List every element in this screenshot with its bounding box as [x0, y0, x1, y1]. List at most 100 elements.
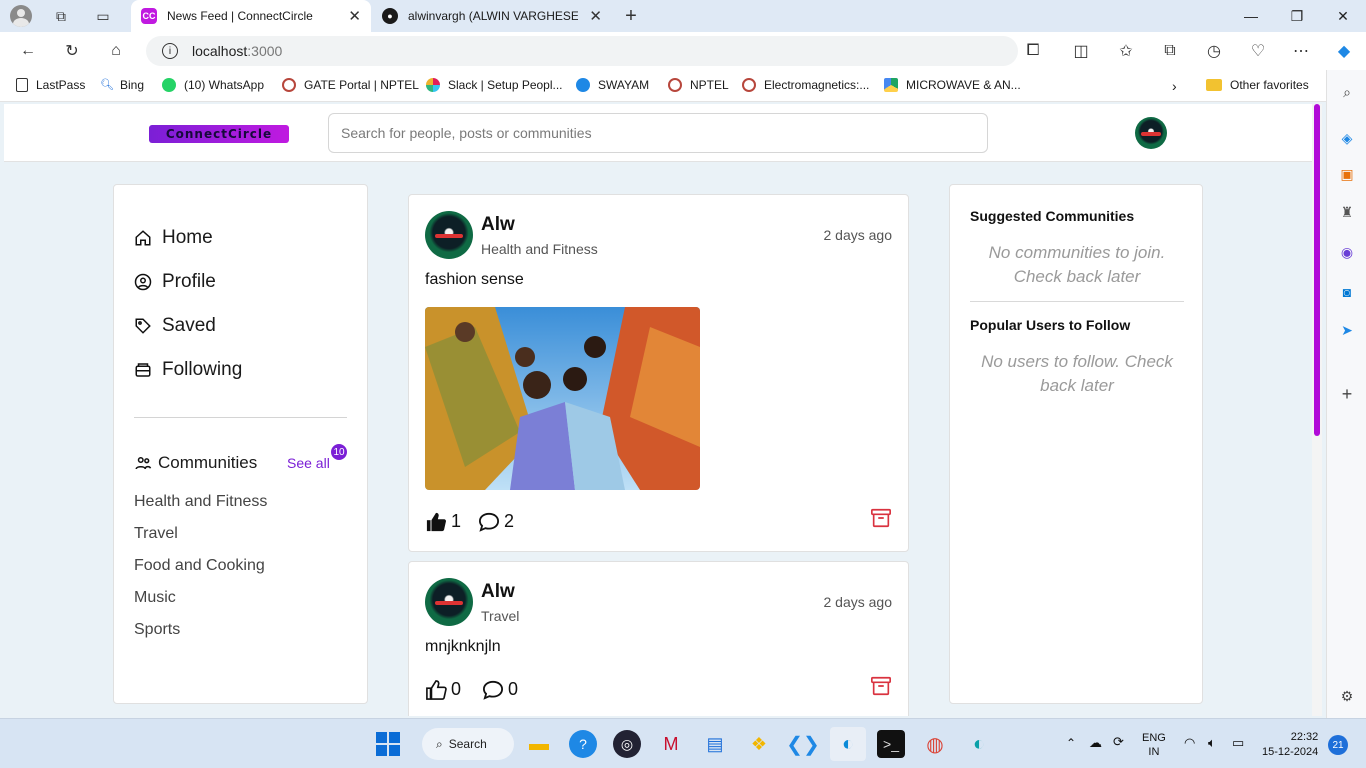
community-link[interactable]: Sports	[134, 621, 180, 639]
add-sidebar-icon[interactable]: +	[1337, 384, 1357, 404]
new-tab-icon[interactable]: +	[620, 5, 642, 27]
favorites-icon[interactable]: ✩	[1115, 40, 1137, 62]
post-community[interactable]: Health and Fitness	[481, 241, 598, 257]
close-window-icon[interactable]: ✕	[1320, 0, 1366, 32]
post-author[interactable]: Alw	[481, 581, 515, 603]
clock[interactable]: 22:32 15-12-2024	[1262, 730, 1318, 760]
archive-post-button[interactable]	[870, 675, 892, 702]
show-hidden-icons-chevron-icon[interactable]: ⌃	[1066, 736, 1076, 750]
bookmark-bing[interactable]: 🔍︎ Bing	[100, 78, 144, 92]
nav-saved[interactable]: Saved	[134, 315, 216, 337]
close-tab-icon[interactable]: ✕	[348, 7, 361, 25]
chrome-icon[interactable]: ◍	[921, 730, 949, 758]
close-tab-icon[interactable]: ✕	[589, 7, 602, 25]
outlook-icon[interactable]: ◙	[1337, 282, 1357, 302]
address-bar[interactable]: i localhost:3000	[146, 36, 1018, 66]
nav-following[interactable]: Following	[134, 359, 242, 381]
restore-icon[interactable]: ❐	[1274, 0, 1320, 32]
thumbs-up-filled-icon	[426, 512, 446, 531]
notepad-icon[interactable]: ▤	[701, 730, 729, 758]
bookmark-electromagnetics[interactable]: Electromagnetics:...	[742, 78, 869, 92]
sidebar-settings-gear-icon[interactable]: ⚙	[1337, 686, 1357, 706]
copilot-icon[interactable]: ◆	[1333, 40, 1355, 62]
taskbar-search[interactable]: ⌕ Search	[422, 728, 514, 760]
home-icon[interactable]: ⌂	[105, 40, 127, 62]
like-button[interactable]: 1	[425, 511, 461, 532]
nav-profile[interactable]: Profile	[134, 271, 216, 293]
nav-home[interactable]: Home	[134, 227, 213, 249]
site-info-icon[interactable]: i	[162, 43, 178, 59]
bookmark-swayam[interactable]: SWAYAM	[576, 78, 649, 92]
user-avatar[interactable]	[1135, 117, 1167, 149]
tab-github[interactable]: ● alwinvargh (ALWIN VARGHESE) · ✕	[372, 0, 612, 32]
windows-start-icon[interactable]	[374, 730, 402, 758]
bookmark-slack[interactable]: Slack | Setup Peopl...	[426, 78, 563, 92]
bookmark-nptel[interactable]: NPTEL	[668, 78, 729, 92]
tools-briefcase-icon[interactable]: ▣	[1337, 164, 1357, 184]
page-scrollbar-thumb[interactable]	[1314, 104, 1320, 436]
file-explorer-icon[interactable]: ▬	[525, 730, 553, 758]
mcafee-icon[interactable]: M	[657, 730, 685, 758]
help-icon[interactable]: ?	[569, 730, 597, 758]
collections-icon[interactable]: ⧉	[1159, 40, 1181, 62]
bookmark-label: Slack | Setup Peopl...	[448, 78, 563, 92]
wifi-icon[interactable]: ◠	[1184, 735, 1195, 751]
refresh-icon[interactable]: ↻	[61, 40, 83, 62]
performance-icon[interactable]: ♡	[1247, 40, 1269, 62]
app-shield-icon[interactable]: ◎	[613, 730, 641, 758]
search-input[interactable]	[328, 113, 988, 153]
tab-news-feed[interactable]: CC News Feed | ConnectCircle ✕	[131, 0, 371, 32]
games-icon[interactable]: ♜	[1337, 202, 1357, 222]
vscode-icon[interactable]: ❮❯	[786, 730, 820, 758]
workspaces-icon[interactable]: ⧉	[50, 5, 72, 27]
address-port: :3000	[247, 43, 283, 59]
split-screen-icon[interactable]: ◫	[1070, 40, 1092, 62]
bookmark-label: LastPass	[36, 78, 86, 92]
post-author[interactable]: Alw	[481, 214, 515, 236]
comment-button[interactable]: 0	[482, 679, 518, 700]
minimize-icon[interactable]: —	[1228, 0, 1274, 32]
battery-icon[interactable]: ▭	[1232, 735, 1244, 751]
bookmark-other-favorites[interactable]: Other favorites	[1206, 78, 1309, 92]
see-all-link[interactable]: See all	[287, 455, 330, 471]
profile-avatar-icon[interactable]	[10, 5, 32, 27]
bookmark-lastpass[interactable]: LastPass	[16, 78, 85, 92]
archive-post-button[interactable]	[870, 507, 892, 534]
bookmark-microwave[interactable]: MICROWAVE & AN...	[884, 78, 1021, 92]
settings-more-icon[interactable]: ⋯	[1290, 40, 1312, 62]
like-button[interactable]: 0	[425, 679, 461, 700]
tab-strip: ⧉ ▭ CC News Feed | ConnectCircle ✕ ● alw…	[0, 0, 1366, 32]
more-bookmarks-chevron-icon[interactable]: ›	[1172, 78, 1177, 94]
back-icon[interactable]: ←	[17, 40, 39, 62]
notification-center-badge[interactable]: 21	[1328, 735, 1348, 755]
volume-icon[interactable]: 🔈︎	[1208, 735, 1216, 751]
community-link[interactable]: Food and Cooking	[134, 557, 265, 575]
sync-icon[interactable]: ⟳	[1113, 734, 1124, 750]
post-image[interactable]	[425, 307, 700, 490]
post-author-avatar[interactable]	[425, 578, 473, 626]
terminal-icon[interactable]: >_	[877, 730, 905, 758]
archive-box-icon	[871, 508, 891, 528]
edge-active-icon[interactable]: ◐	[830, 727, 866, 761]
send-icon[interactable]: ➤	[1337, 320, 1357, 340]
language-indicator[interactable]: ENG IN	[1142, 731, 1166, 759]
right-divider	[970, 301, 1184, 302]
connectcircle-logo[interactable]: ConnectCircle	[149, 125, 289, 143]
bookmark-gate-portal[interactable]: GATE Portal | NPTEL	[282, 78, 419, 92]
tab-actions-icon[interactable]: ▭	[92, 5, 114, 27]
history-icon[interactable]: ◷	[1203, 40, 1225, 62]
comment-button[interactable]: 2	[478, 511, 514, 532]
post-author-avatar[interactable]	[425, 211, 473, 259]
community-link[interactable]: Travel	[134, 525, 178, 543]
search-icon[interactable]: ⌕	[1337, 82, 1357, 102]
extensions-icon[interactable]: ⧠	[1022, 40, 1044, 62]
community-link[interactable]: Health and Fitness	[134, 493, 267, 511]
bookmark-whatsapp[interactable]: (10) WhatsApp	[162, 78, 264, 92]
post-community[interactable]: Travel	[481, 608, 519, 624]
community-link[interactable]: Music	[134, 589, 176, 607]
cloud-icon[interactable]: ☁	[1089, 735, 1102, 751]
python-icon[interactable]: ❖	[745, 730, 773, 758]
copilot-app-icon[interactable]: ◉	[1337, 242, 1357, 262]
shopping-tag-icon[interactable]: ◈	[1337, 128, 1357, 148]
edge-dev-icon[interactable]: ◐	[965, 730, 993, 758]
